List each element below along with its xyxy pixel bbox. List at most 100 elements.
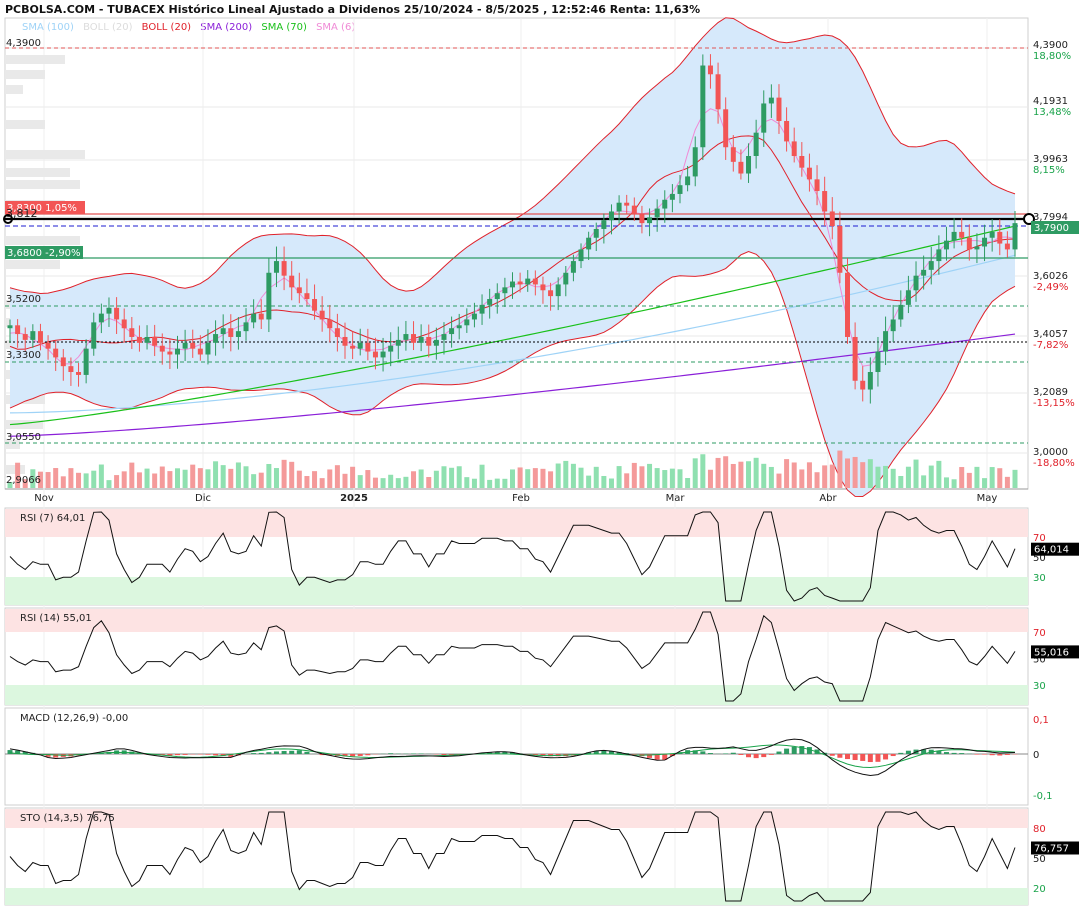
candle-body [487, 299, 493, 305]
volume-bar [669, 468, 675, 488]
rsi14-os-band [5, 685, 1028, 705]
macd-hist-bar [700, 751, 706, 754]
volume-bar [494, 478, 500, 488]
candle-body [266, 272, 272, 320]
candle-body [411, 334, 417, 343]
macd-tick: 0 [1033, 750, 1039, 761]
candle-body [997, 231, 1003, 244]
volume-bar [464, 477, 470, 488]
candle-body [220, 328, 226, 335]
rsi7-ob-band [5, 509, 1028, 537]
candle-body [593, 228, 599, 238]
volume-bar [182, 469, 188, 488]
volume-profile-bar-9 [5, 260, 60, 269]
candle-body [22, 334, 28, 340]
volume-bar [350, 466, 356, 488]
macd-hist-bar [951, 752, 957, 754]
macd-hist-bar [837, 754, 843, 758]
volume-bar [213, 461, 219, 488]
volume-profile-bar-0 [5, 55, 65, 64]
candle-body [7, 325, 13, 329]
candle-body [943, 240, 949, 250]
volume-bar [898, 475, 904, 488]
candle-body [235, 331, 241, 337]
volume-bar [418, 469, 424, 488]
candle-body [791, 141, 797, 157]
volume-bar [784, 459, 790, 488]
macd-hist-bar [746, 754, 752, 758]
candle-body [273, 261, 279, 273]
candle-body [806, 167, 812, 180]
volume-bar [921, 475, 927, 488]
volume-bar [68, 468, 74, 488]
volume-bar [730, 463, 736, 488]
candle-body [342, 336, 348, 346]
candle-body [1004, 243, 1010, 250]
candle-body [213, 334, 219, 343]
volume-bar [411, 471, 417, 488]
month-label: Nov [34, 493, 54, 504]
candle-body [365, 342, 371, 352]
candle-body [37, 331, 43, 343]
candle-body [746, 156, 752, 174]
candle-body [388, 345, 394, 352]
candle-body [761, 103, 767, 133]
volume-bar [700, 454, 706, 488]
macd-hist-bar [829, 754, 835, 756]
volume-bar [570, 463, 576, 488]
volume-bar [753, 457, 759, 488]
volume-bar [601, 475, 607, 488]
volume-bar [205, 469, 211, 488]
candle-body [814, 179, 820, 192]
candle-body [45, 342, 51, 349]
candle-body [905, 290, 911, 305]
candle-body [372, 351, 378, 358]
candle-body [768, 97, 774, 104]
volume-bar [791, 462, 797, 488]
candle-body [959, 231, 965, 238]
macd-title: MACD (12,26,9) -0,00 [20, 713, 128, 724]
volume-bar [525, 469, 531, 488]
volume-bar [829, 464, 835, 488]
candle-body [471, 313, 477, 320]
volume-bar [136, 472, 142, 488]
volume-bar [905, 466, 911, 488]
macd-hist-bar [753, 754, 759, 759]
volume-bar [867, 459, 873, 488]
candle-body [860, 380, 866, 390]
volume-profile-bar-8 [5, 236, 80, 245]
candle-body [730, 147, 736, 162]
candle-body [327, 319, 333, 329]
candle-body [251, 313, 257, 323]
month-label: Abr [819, 493, 837, 504]
chart-canvas[interactable]: 4,39003,52003,33003,05502,90663,8300 1,0… [0, 0, 1084, 912]
candle-body [403, 334, 409, 340]
volume-profile-bar-6 [5, 180, 80, 189]
candle-body [898, 304, 904, 320]
candle-body [738, 161, 744, 174]
macd-hist-bar [281, 751, 287, 754]
candle-body [525, 278, 531, 285]
candle-body [723, 109, 729, 148]
volume-bar [624, 473, 630, 488]
volume-bar [372, 477, 378, 488]
candle-body [578, 249, 584, 262]
sto-title: STO (14,3,5) 76,75 [20, 813, 115, 824]
volume-bar [258, 472, 264, 488]
pct-tick: -18,80% [1033, 458, 1075, 469]
volume-bar [53, 468, 59, 488]
candle-body [700, 65, 706, 148]
candle-body [837, 226, 843, 273]
candle-body [380, 351, 386, 358]
volume-profile-bar-3 [5, 120, 45, 129]
candle-body [570, 261, 576, 273]
volume-profile-bar-5 [5, 168, 70, 177]
candle-body [532, 278, 538, 285]
candle-body [91, 322, 97, 349]
macd-hist-bar [738, 754, 744, 755]
candle-body [152, 336, 158, 346]
macd-hist-bar [852, 754, 858, 761]
price-tick: 4,1931 [1033, 96, 1068, 107]
volume-bar [243, 466, 249, 488]
left-price-label: 4,3900 [6, 38, 41, 49]
